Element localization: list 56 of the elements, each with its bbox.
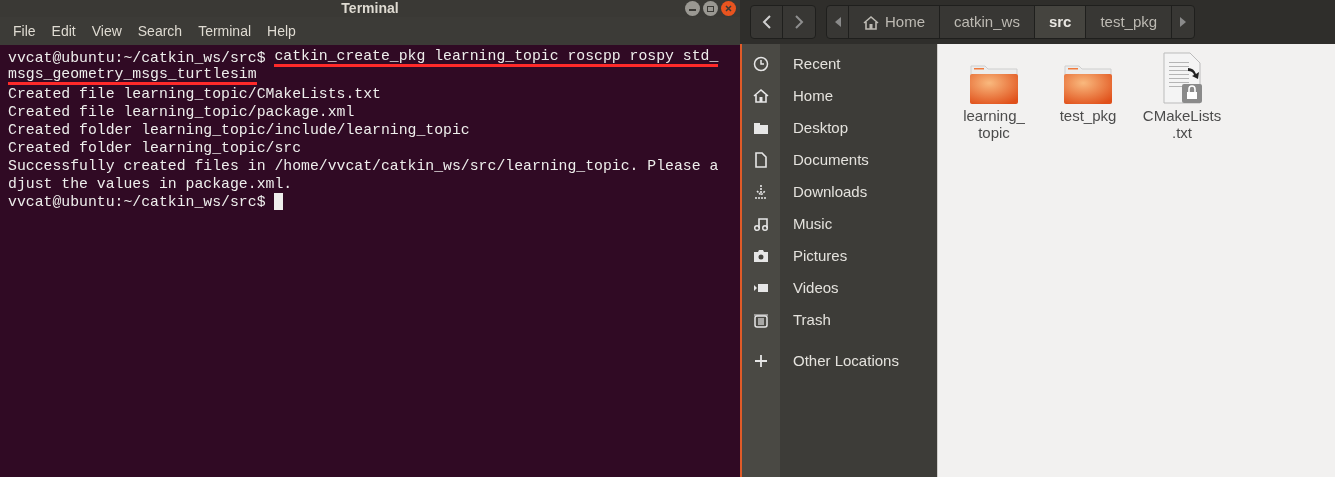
- path-button[interactable]: Home: [849, 6, 940, 38]
- text-file-icon: [1160, 52, 1204, 104]
- folder-icon: [753, 120, 769, 136]
- chevron-right-icon: [794, 15, 804, 29]
- path-button[interactable]: test_pkg: [1086, 6, 1173, 38]
- sidebar-item[interactable]: Music: [793, 212, 833, 236]
- close-icon: [725, 5, 732, 12]
- plus-icon: [753, 353, 769, 369]
- file-name[interactable]: test_pkg: [1059, 107, 1117, 124]
- music-icon: [753, 216, 769, 232]
- sidebar-item[interactable]: Downloads: [793, 180, 868, 204]
- sidebar-item[interactable]: Desktop: [793, 116, 849, 140]
- menu-item[interactable]: Search: [129, 20, 191, 42]
- sidebar-item[interactable]: Pictures: [793, 244, 848, 268]
- folder-icon: [970, 64, 1018, 104]
- file-name[interactable]: CMakeLists .txt: [1142, 107, 1222, 141]
- terminal-line: vvcat@ubuntu:~/catkin_ws/src$: [8, 193, 267, 211]
- sidebar-item[interactable]: Videos: [793, 276, 839, 300]
- menu-item[interactable]: View: [83, 20, 130, 42]
- sidebar-item[interactable]: Other Locations: [793, 349, 899, 373]
- terminal-line: Successfully created files in /home/vvcat/catkin_ws/src/learning_topic. Please a: [8, 157, 719, 175]
- sidebar-item[interactable]: Recent: [793, 52, 841, 76]
- window-title: Terminal: [341, 0, 399, 17]
- menu-item[interactable]: Edit: [43, 20, 84, 42]
- highlighted-command: catkin_create_pkg learning_topic roscpp rospy std_: [274, 49, 719, 67]
- path-button[interactable]: src: [1034, 6, 1087, 38]
- terminal-line: vvcat@ubuntu:~/catkin_ws/src$: [8, 49, 267, 67]
- terminal-line: Created folder learning_topic/include/learning_topic: [8, 121, 470, 139]
- text-cursor: [274, 193, 284, 210]
- download-icon: [753, 184, 769, 200]
- menu-item[interactable]: Help: [259, 20, 304, 42]
- path-button[interactable]: catkin_ws: [940, 6, 1035, 38]
- chevron-left-icon: [761, 15, 772, 29]
- highlighted-command: msgs_geometry_msgs_turtlesim: [8, 67, 257, 85]
- menu-item[interactable]: File: [5, 20, 44, 42]
- maximize-button[interactable]: [703, 1, 718, 16]
- terminal-line: Created file learning_topic/package.xml: [8, 103, 355, 121]
- document-icon: [753, 152, 769, 168]
- terminal-line: Created folder learning_topic/src: [8, 139, 302, 157]
- terminal-line: Created file learning_topic/CMakeLists.txt: [8, 85, 381, 103]
- menu-item[interactable]: Terminal: [190, 20, 260, 42]
- triangle-left-icon: [834, 17, 841, 27]
- sidebar-item[interactable]: Documents: [793, 148, 869, 172]
- sidebar-item[interactable]: Home: [793, 84, 833, 108]
- folder-icon: [1064, 64, 1112, 104]
- close-button[interactable]: [721, 1, 736, 16]
- camera-icon: [753, 248, 769, 264]
- triangle-right-icon: [1180, 17, 1187, 27]
- minimize-button[interactable]: [685, 1, 700, 16]
- sidebar-item[interactable]: Trash: [793, 308, 831, 332]
- home-icon: [753, 88, 769, 104]
- file-name[interactable]: learning_ topic: [963, 107, 1025, 141]
- clock-icon: [753, 56, 769, 72]
- trash-icon: [753, 312, 769, 328]
- home-icon: [863, 14, 879, 30]
- terminal-line: djust the values in package.xml.: [8, 175, 293, 193]
